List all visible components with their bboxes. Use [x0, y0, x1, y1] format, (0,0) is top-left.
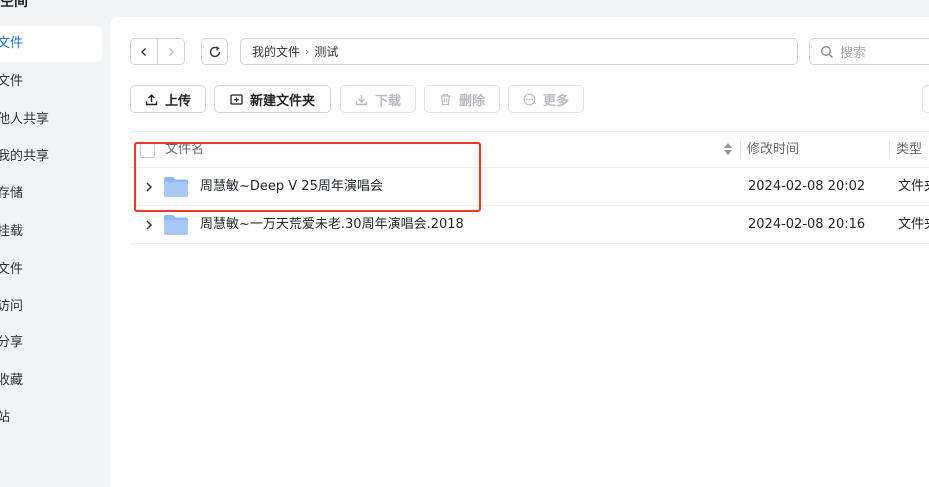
search-placeholder: 搜索 [840, 46, 867, 61]
sidebar-item-mount[interactable]: 挂载 [0, 214, 102, 250]
history-nav [130, 38, 185, 65]
forward-button[interactable] [158, 39, 184, 64]
highlight-annotation [134, 142, 481, 212]
sidebar-item-label: 收藏 [0, 373, 24, 388]
chevron-right-icon[interactable] [144, 219, 154, 231]
sidebar-item-label: 访问 [0, 299, 24, 314]
file-type: 文件夹 [898, 217, 929, 232]
sidebar-item-label: 存储 [0, 186, 24, 201]
sidebar-item-my-files[interactable]: 文件 [0, 26, 102, 62]
new-folder-button[interactable]: 新建文件夹 [214, 85, 331, 113]
delete-label: 删除 [458, 93, 485, 109]
column-header-type[interactable]: 类型 [896, 132, 922, 167]
download-button[interactable]: 下载 [340, 85, 416, 113]
upload-label: 上传 [164, 93, 191, 109]
sidebar: 文件 文件 他人共享 我的共享 存储 挂载 文件 访问 分享 收藏 站 [0, 0, 110, 474]
sidebar-item-favorites[interactable]: 收藏 [0, 363, 102, 399]
sidebar-item-label: 站 [0, 410, 11, 425]
sort-icon[interactable] [723, 142, 733, 156]
sidebar-item-label: 他人共享 [0, 112, 50, 127]
breadcrumb-root[interactable]: 我的文件 [252, 43, 300, 60]
table-row[interactable]: 周慧敏~一万天荒爱未老.30周年演唱会.2018 2024-02-08 20:1… [130, 207, 929, 244]
sidebar-item-label: 我的共享 [0, 149, 50, 164]
sidebar-item-shared-with-me[interactable]: 他人共享 [0, 102, 102, 138]
download-icon [355, 94, 368, 105]
file-modified: 2024-02-08 20:02 [748, 179, 866, 194]
search-input[interactable]: 搜索 [809, 38, 929, 65]
breadcrumb-separator-icon: › [305, 45, 310, 58]
back-button[interactable] [131, 39, 157, 64]
sidebar-item-my-shares[interactable]: 我的共享 [0, 139, 102, 175]
breadcrumb-current[interactable]: 测试 [314, 43, 338, 60]
sidebar-item-files[interactable]: 文件 [0, 64, 102, 100]
sidebar-item-label: 文件 [0, 36, 24, 51]
search-icon [821, 45, 833, 58]
view-toggle-button[interactable] [922, 85, 929, 113]
column-resize-handle[interactable] [740, 141, 741, 159]
sidebar-item-label: 分享 [0, 335, 24, 350]
sidebar-item-storage[interactable]: 存储 [0, 176, 102, 212]
main-panel: 我的文件 › 测试 搜索 上传 新建文件夹 下载 删除 更多 文件名 修改时间 … [110, 17, 929, 487]
sidebar-item-label: 文件 [0, 74, 24, 89]
sidebar-item-recycle-bin[interactable]: 站 [0, 400, 102, 436]
refresh-icon [209, 45, 220, 57]
more-button[interactable]: 更多 [508, 85, 584, 113]
breadcrumb[interactable]: 我的文件 › 测试 [240, 38, 798, 65]
sidebar-item-files-2[interactable]: 文件 [0, 252, 102, 288]
chevron-right-icon [168, 47, 174, 56]
folder-icon [164, 215, 188, 235]
file-name[interactable]: 周慧敏~一万天荒爱未老.30周年演唱会.2018 [200, 207, 464, 243]
delete-button[interactable]: 删除 [424, 85, 500, 113]
sidebar-item-label: 文件 [0, 262, 24, 277]
more-label: 更多 [542, 93, 569, 109]
column-header-modified[interactable]: 修改时间 [747, 132, 799, 167]
chevron-left-icon [141, 47, 146, 56]
refresh-button[interactable] [201, 38, 228, 65]
new-folder-label: 新建文件夹 [249, 93, 315, 109]
file-modified: 2024-02-08 20:16 [748, 217, 866, 232]
upload-icon [145, 93, 158, 105]
sidebar-item-label: 挂载 [0, 224, 24, 239]
column-resize-handle[interactable] [889, 141, 890, 159]
sidebar-item-access[interactable]: 访问 [0, 289, 102, 325]
download-label: 下载 [374, 93, 401, 109]
new-folder-icon [230, 93, 243, 105]
file-type: 文件夹 [898, 179, 929, 194]
sidebar-item-share[interactable]: 分享 [0, 325, 102, 361]
more-icon [523, 93, 536, 105]
trash-icon [440, 93, 451, 105]
upload-button[interactable]: 上传 [130, 85, 206, 113]
